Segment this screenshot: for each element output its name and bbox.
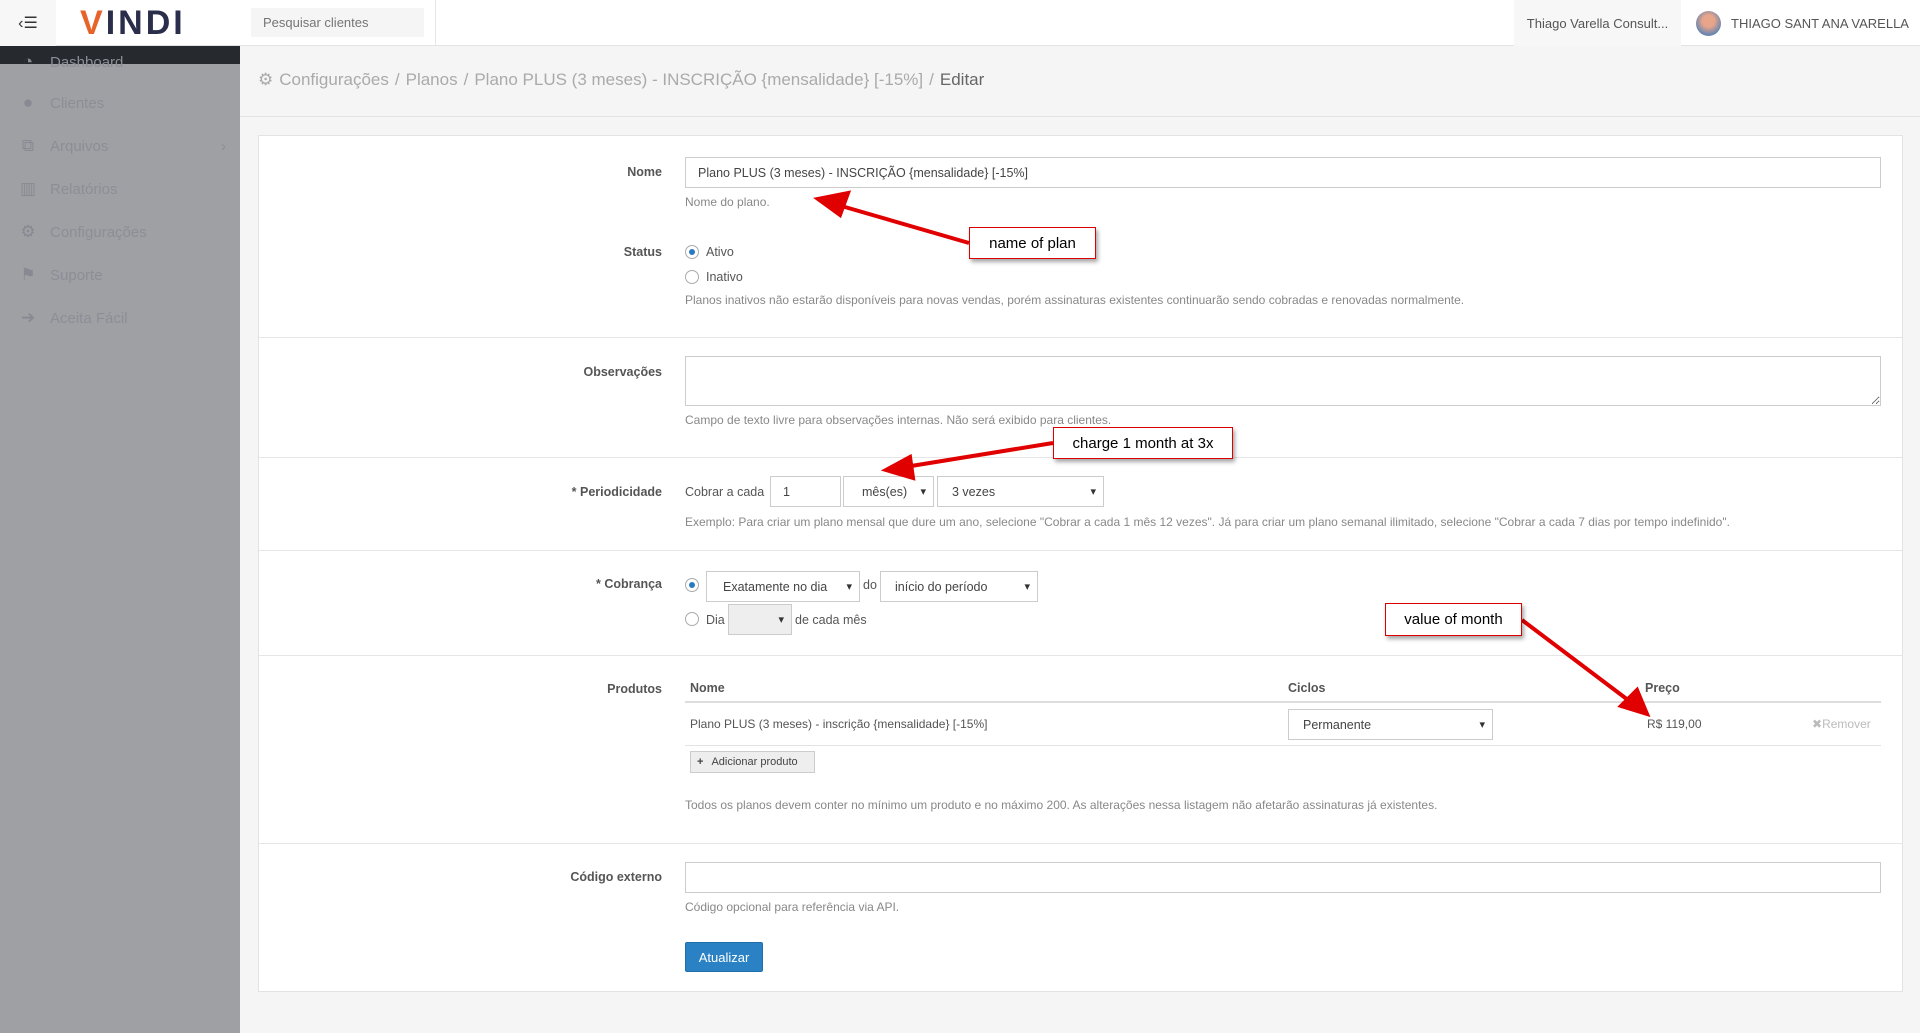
annotation-name-of-plan: name of plan bbox=[969, 227, 1096, 259]
annotation-value-of-month: value of month bbox=[1385, 603, 1522, 636]
annotation-arrows bbox=[813, 190, 1651, 718]
arrow-value-of-month bbox=[1520, 618, 1634, 705]
arrow-charge bbox=[904, 441, 1054, 469]
annotation-charge: charge 1 month at 3x bbox=[1053, 427, 1233, 459]
arrow-head bbox=[880, 453, 916, 481]
arrow-head bbox=[813, 190, 852, 219]
arrow-head bbox=[1617, 686, 1651, 718]
arrow-name-of-plan bbox=[837, 203, 970, 245]
